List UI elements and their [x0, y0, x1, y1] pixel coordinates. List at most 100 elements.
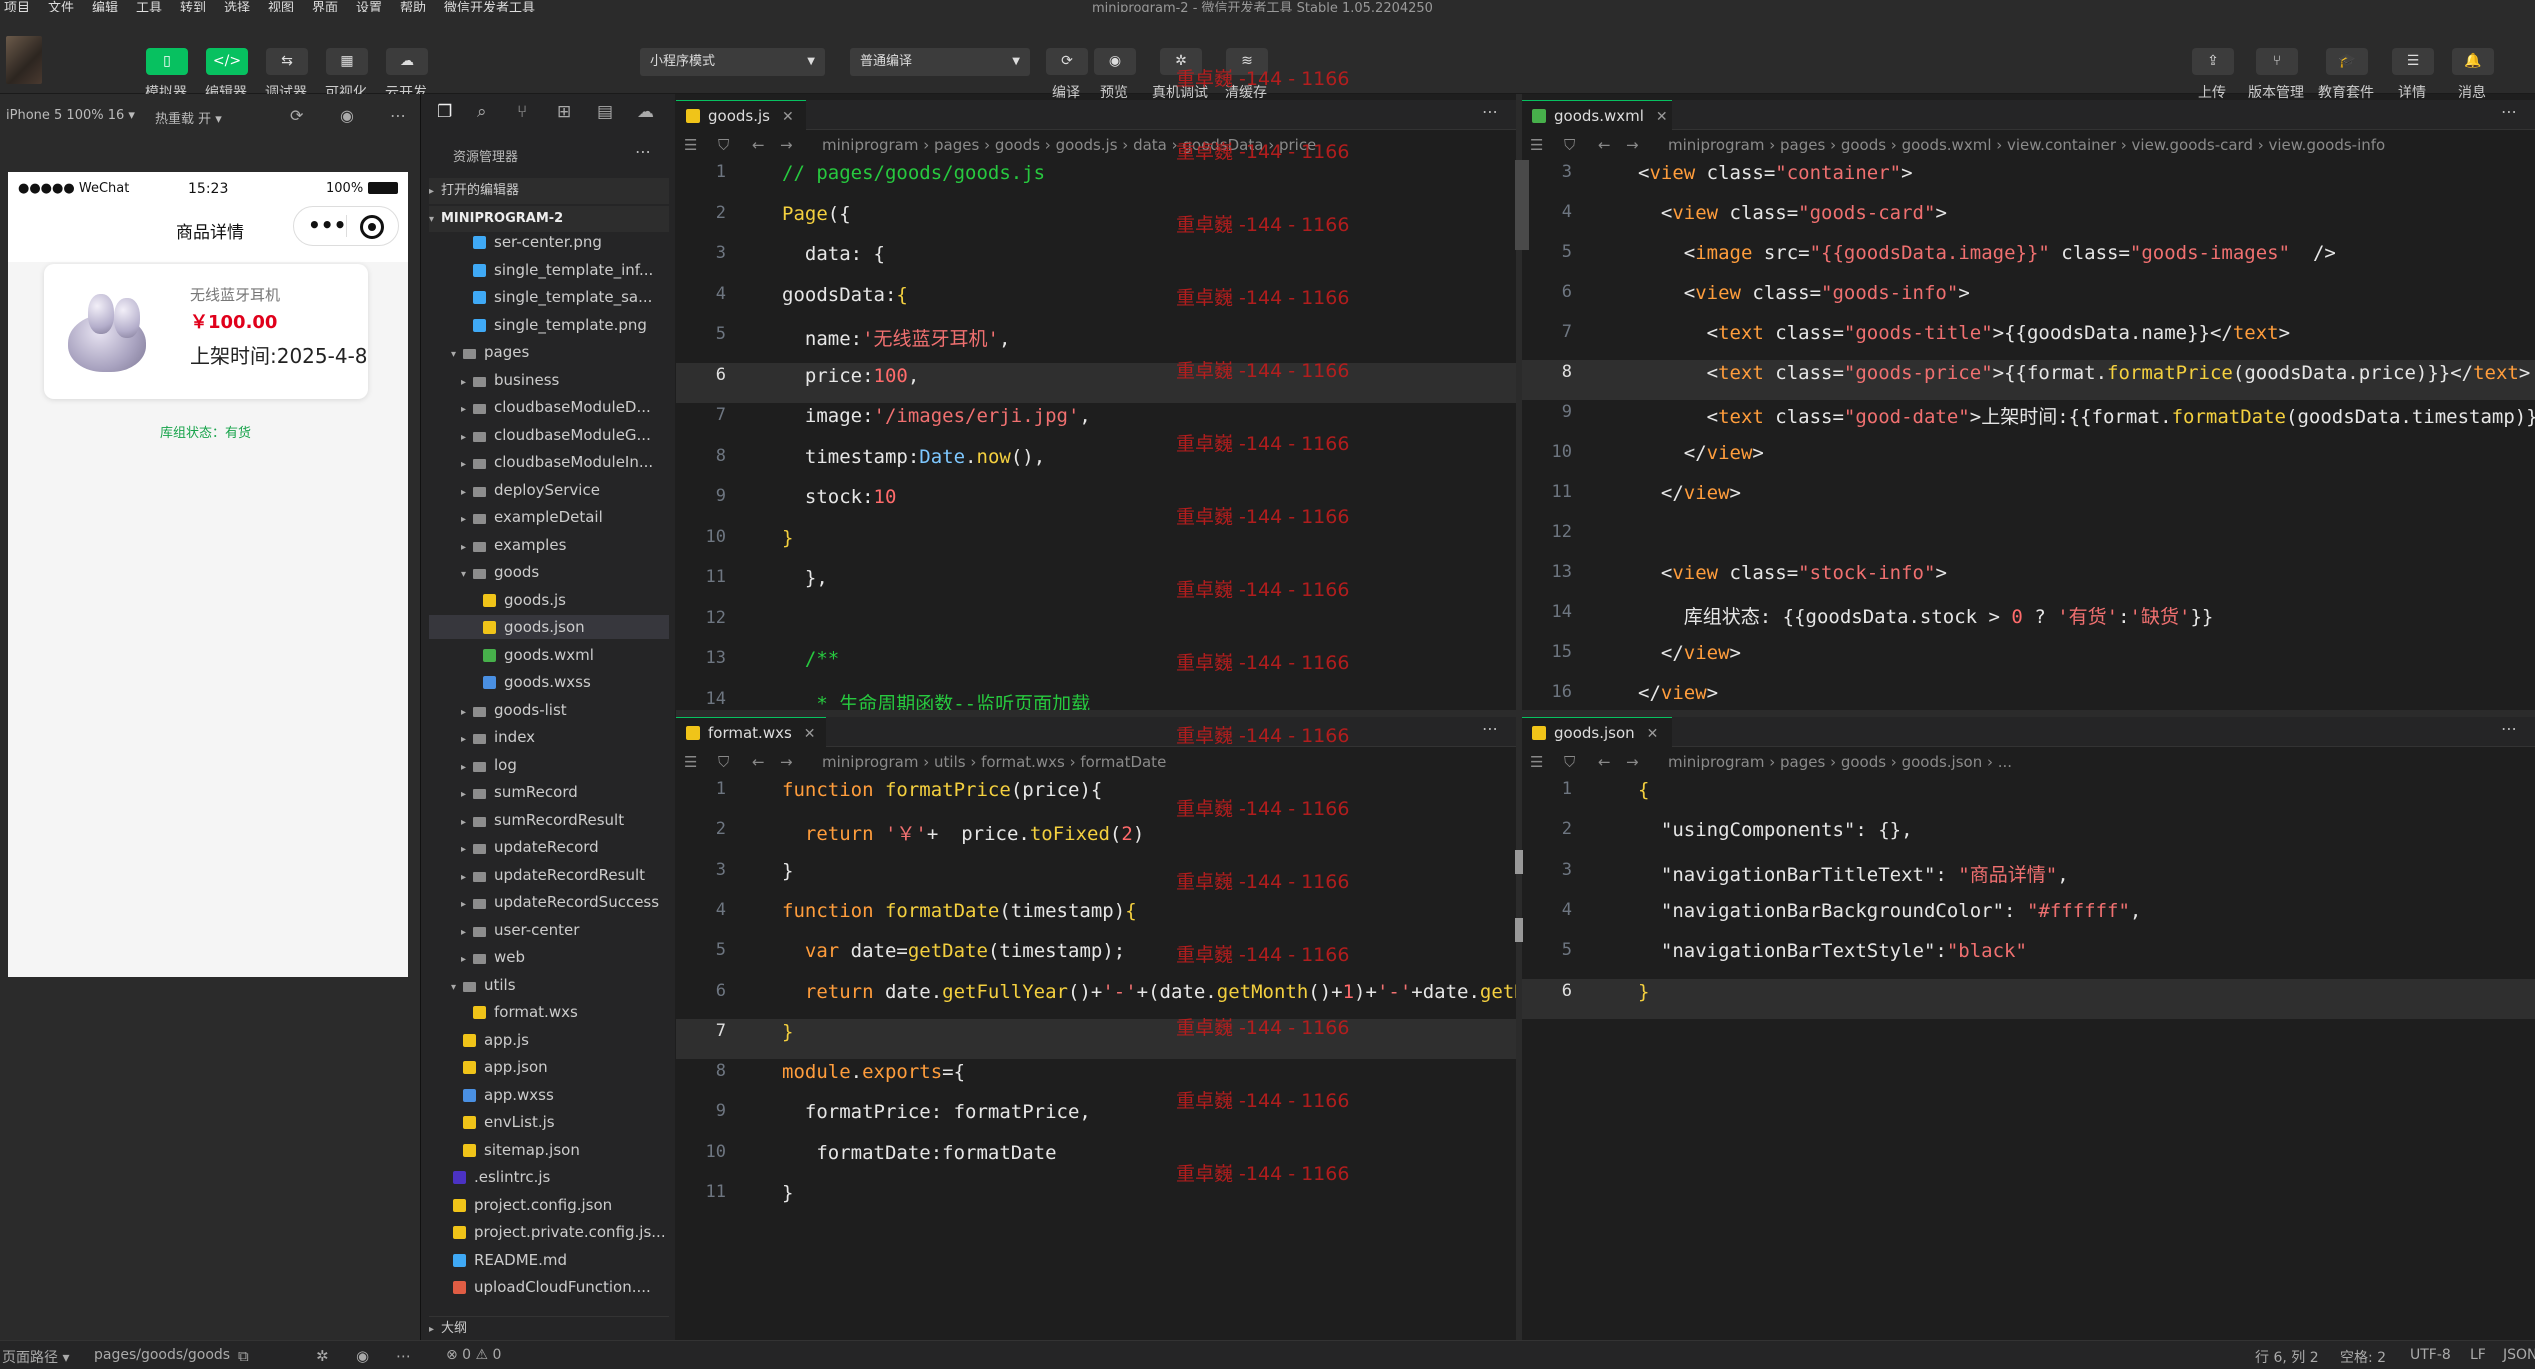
tree-item[interactable]: single_template.png: [429, 313, 669, 337]
tree-item[interactable]: ▸ cloudbaseModuleD...: [429, 395, 669, 419]
code-line[interactable]: <view class="stock-info">: [1638, 562, 1947, 584]
code-line[interactable]: * 生命周期函数--监听页面加载: [782, 689, 1090, 711]
menu-item[interactable]: 转到: [180, 0, 206, 12]
code-line[interactable]: name:'无线蓝牙耳机',: [782, 324, 1011, 351]
code-line[interactable]: function formatDate(timestamp){: [782, 900, 1137, 922]
code-line[interactable]: module.exports={: [782, 1061, 965, 1083]
code-line[interactable]: },: [782, 567, 828, 589]
code-line[interactable]: <view class="goods-card">: [1638, 202, 1947, 224]
code-line[interactable]: function formatPrice(price){: [782, 779, 1102, 801]
editor-goods-wxml[interactable]: goods.wxml ✕ ⋯ ☰ ⛉ ← → miniprogram › pages › go…: [1522, 100, 2535, 710]
menu-item[interactable]: 工具: [136, 0, 162, 12]
back-icon[interactable]: ←: [752, 130, 765, 160]
code-line[interactable]: "navigationBarTextStyle":"black": [1638, 940, 2027, 962]
bookmark-icon[interactable]: ⛉: [1564, 747, 1575, 777]
code-line[interactable]: timestamp:Date.now(),: [782, 446, 1045, 468]
code-area[interactable]: 1 // pages/goods/goods.js 2 Page({3 data: {…: [676, 162, 1516, 710]
upload-button[interactable]: ⇪ 上传: [2188, 36, 2236, 101]
encoding[interactable]: UTF-8: [2410, 1347, 2451, 1363]
compile-select[interactable]: 普通编译 ▼: [850, 48, 1030, 76]
close-icon[interactable]: ✕: [782, 109, 794, 125]
tree-item[interactable]: ▸ cloudbaseModuleG...: [429, 423, 669, 447]
version-button[interactable]: ⑂ 版本管理: [2248, 36, 2304, 101]
code-line[interactable]: </view>: [1638, 642, 1741, 664]
tree-item[interactable]: ▾ utils: [429, 973, 669, 997]
forward-icon[interactable]: →: [1626, 747, 1639, 777]
code-line[interactable]: stock:10: [782, 486, 897, 508]
code-line[interactable]: "navigationBarTitleText": "商品详情",: [1638, 860, 2069, 887]
more-icon[interactable]: ⋯: [1482, 719, 1498, 738]
code-line[interactable]: image:'/images/erji.jpg',: [782, 405, 1091, 427]
record-icon[interactable]: ◉: [340, 106, 354, 125]
tree-item[interactable]: app.wxss: [429, 1083, 669, 1107]
code-line[interactable]: Page({: [782, 203, 851, 225]
code-line[interactable]: formatPrice: formatPrice,: [782, 1101, 1091, 1123]
simulator-button[interactable]: ▯ 模拟器: [142, 36, 190, 101]
tree-item[interactable]: project.private.config.js...: [429, 1220, 669, 1244]
more-icon[interactable]: ⋯: [1482, 102, 1498, 121]
clear-cache-button[interactable]: ≋ 清缓存: [1222, 36, 1270, 101]
tree-item[interactable]: ▸ goods-list: [429, 698, 669, 722]
hotreload-toggle[interactable]: 热重载 开 ▾: [155, 108, 222, 127]
rotate-icon[interactable]: ⟳: [290, 106, 303, 125]
menu-item[interactable]: 选择: [224, 0, 250, 12]
copy-icon[interactable]: ⧉: [238, 1347, 249, 1365]
code-area[interactable]: 1 function formatPrice(price){2 return '￥…: [676, 779, 1516, 1340]
bookmark-icon[interactable]: ☰: [684, 747, 697, 777]
source-control-icon[interactable]: ⑂: [517, 102, 527, 122]
editor-h-splitter[interactable]: [676, 710, 2535, 717]
eol[interactable]: LF: [2470, 1347, 2486, 1363]
bookmark-icon[interactable]: ⛉: [718, 747, 729, 777]
editor-splitter[interactable]: [1516, 94, 1522, 1340]
tree-item[interactable]: ▸ web: [429, 945, 669, 969]
cloud-button[interactable]: ☁ 云开发: [382, 36, 430, 101]
tree-item[interactable]: ▸ business: [429, 368, 669, 392]
code-line[interactable]: var date=getDate(timestamp);: [782, 940, 1125, 962]
user-avatar[interactable]: [6, 36, 42, 84]
language-mode[interactable]: JSON: [2503, 1347, 2535, 1363]
code-line[interactable]: <text class="goods-title">{{goodsData.na…: [1638, 322, 2290, 344]
code-line[interactable]: <text class="goods-price">{{format.forma…: [1638, 362, 2531, 384]
editor-format-wxs[interactable]: format.wxs ✕ ⋯ ☰ ⛉ ← → miniprogram › utils › fo…: [676, 717, 1516, 1340]
code-line[interactable]: "usingComponents": {},: [1638, 819, 1913, 841]
code-line[interactable]: "navigationBarBackgroundColor": "#ffffff…: [1638, 900, 2141, 922]
breadcrumb-path[interactable]: miniprogram › pages › goods › goods.js ›…: [822, 130, 1316, 160]
more-icon[interactable]: ⋯: [635, 142, 651, 161]
bookmark-icon[interactable]: ☰: [1530, 747, 1543, 777]
menu-item[interactable]: 帮助: [400, 0, 426, 12]
code-line[interactable]: price:100,: [782, 365, 919, 387]
bug-icon[interactable]: ✲: [316, 1347, 329, 1365]
menu-item[interactable]: 微信开发者工具: [444, 0, 535, 12]
tree-item[interactable]: single_template_sa...: [429, 285, 669, 309]
edu-button[interactable]: 🎓 教育套件: [2318, 36, 2374, 101]
breadcrumb-path[interactable]: miniprogram › pages › goods › goods.json…: [1668, 747, 2012, 777]
forward-icon[interactable]: →: [780, 747, 793, 777]
tree-item[interactable]: .eslintrc.js: [429, 1165, 669, 1189]
tree-item[interactable]: format.wxs: [429, 1000, 669, 1024]
code-line[interactable]: <view class="goods-info">: [1638, 282, 1970, 304]
tree-item[interactable]: ▸ updateRecordResult: [429, 863, 669, 887]
editor-button[interactable]: </> 编辑器: [202, 36, 250, 101]
tree-item[interactable]: ▸ user-center: [429, 918, 669, 942]
page-path-label[interactable]: 页面路径 ▾: [2, 1347, 69, 1367]
tree-item[interactable]: sitemap.json: [429, 1138, 669, 1162]
tree-item[interactable]: ▸ exampleDetail: [429, 505, 669, 529]
search-icon[interactable]: ⌕: [477, 102, 487, 122]
bookmark-icon[interactable]: ⛉: [1564, 130, 1575, 160]
indent-setting[interactable]: 空格: 2: [2340, 1347, 2386, 1367]
bookmark-icon[interactable]: ☰: [1530, 130, 1543, 160]
code-line[interactable]: </view>: [1638, 482, 1741, 504]
code-line[interactable]: {: [1638, 779, 1649, 801]
menu-item[interactable]: 文件: [48, 0, 74, 12]
code-line[interactable]: }: [782, 1182, 793, 1204]
problems-count[interactable]: ⊗ 0 ⚠ 0: [446, 1347, 501, 1363]
code-line[interactable]: formatDate:formatDate: [782, 1142, 1056, 1164]
code-line[interactable]: <view class="container">: [1638, 162, 1913, 184]
tree-item[interactable]: app.js: [429, 1028, 669, 1052]
tree-item[interactable]: ▾ pages: [429, 340, 669, 364]
menu-item[interactable]: 视图: [268, 0, 294, 12]
tree-item[interactable]: ▸ log: [429, 753, 669, 777]
tree-item[interactable]: goods.wxss: [429, 670, 669, 694]
outline-section[interactable]: ▸ 大纲: [429, 1316, 669, 1340]
layout-icon[interactable]: ▤: [597, 102, 613, 122]
